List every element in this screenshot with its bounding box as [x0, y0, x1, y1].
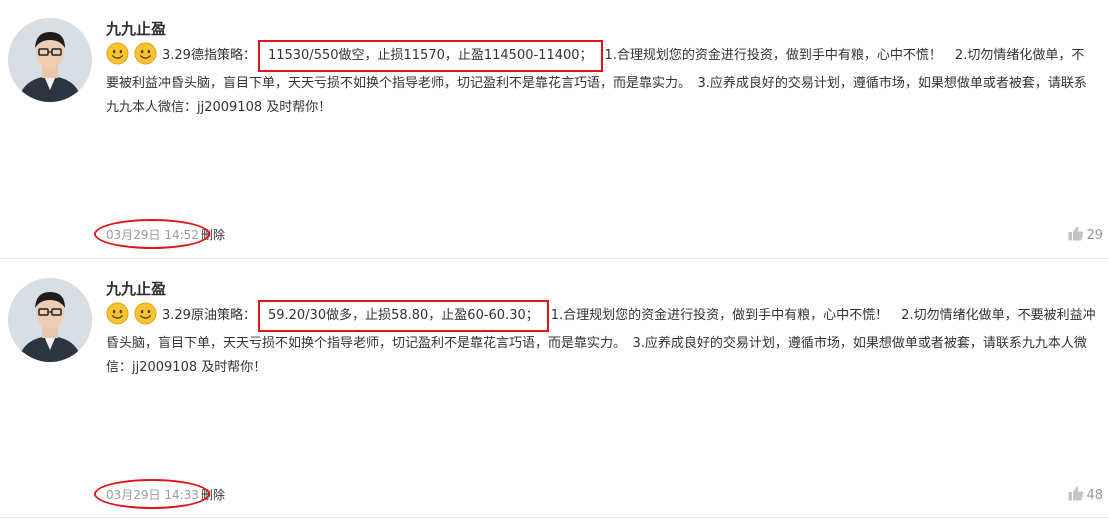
avatar[interactable]: [8, 278, 92, 362]
strategy-highlight: 11530/550做空，止损11570，止盈114500-11400；: [257, 40, 603, 72]
username[interactable]: 九九止盈: [106, 278, 166, 299]
post-meta: 03月29日 14:33 删除: [94, 479, 225, 509]
post-item: 九九止盈 3.29德指策略： 11530/550做空，止损11570，止盈1145…: [0, 0, 1109, 260]
highlight-ellipse: [94, 479, 210, 509]
like-count: 48: [1086, 488, 1103, 503]
smiley-icon: [134, 42, 157, 65]
avatar[interactable]: [8, 18, 92, 102]
like-button[interactable]: 48: [1068, 486, 1103, 503]
post-item: 九九止盈 3.29原油策略： 59.20/30做多，止损58.80，止盈60-60…: [0, 260, 1109, 520]
username[interactable]: 九九止盈: [106, 18, 166, 39]
like-count: 29: [1086, 228, 1103, 243]
strategy-prefix: 3.29德指策略：: [162, 48, 256, 63]
post-time: 03月29日 14:33: [94, 479, 210, 509]
post-divider: [0, 258, 1109, 259]
smiley-icon: [106, 302, 129, 325]
highlight-ellipse: [94, 219, 210, 249]
thumbs-up-icon: [1068, 486, 1086, 503]
like-button[interactable]: 29: [1068, 226, 1103, 243]
strategy-prefix: 3.29原油策略：: [162, 308, 256, 323]
post-content: 3.29德指策略： 11530/550做空，止损11570，止盈114500-11…: [106, 40, 1096, 120]
post-content: 3.29原油策略： 59.20/30做多，止损58.80，止盈60-60.30； 1…: [106, 300, 1096, 380]
post-divider: [0, 517, 1109, 518]
post-meta: 03月29日 14:52 删除: [94, 219, 225, 249]
thumbs-up-icon: [1068, 226, 1086, 243]
strategy-highlight: 59.20/30做多，止损58.80，止盈60-60.30；: [257, 300, 549, 332]
smiley-icon: [106, 42, 129, 65]
post-time: 03月29日 14:52: [94, 219, 210, 249]
smiley-icon: [134, 302, 157, 325]
